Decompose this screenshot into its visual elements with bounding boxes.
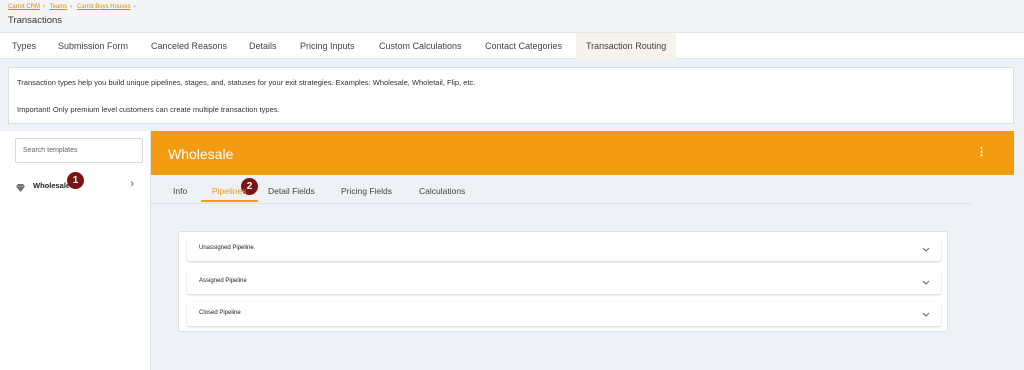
- more-options-icon[interactable]: ⋮: [976, 145, 987, 158]
- tab-types[interactable]: Types: [12, 33, 36, 59]
- diamond-icon: [16, 181, 25, 192]
- subtab-pipelines[interactable]: Pipelines: [201, 182, 258, 202]
- breadcrumb-separator: ›: [133, 4, 136, 10]
- subtab-pricing-fields[interactable]: Pricing Fields: [341, 182, 392, 202]
- subtab-info[interactable]: Info: [173, 182, 187, 202]
- chevron-down-icon: [921, 243, 931, 253]
- panel-title: Wholesale: [168, 146, 234, 162]
- tab-pricing-inputs[interactable]: Pricing Inputs: [300, 33, 355, 59]
- info-important-text: Important! Only premium level customers …: [17, 105, 280, 114]
- breadcrumb-separator: ›: [70, 4, 73, 10]
- pipeline-label: Closed Pipeline: [199, 310, 241, 316]
- template-item-label: Wholesale: [33, 181, 71, 190]
- breadcrumb-link-team[interactable]: Carrot Buys Houses: [77, 4, 131, 10]
- breadcrumb-separator: ›: [43, 4, 46, 10]
- tab-custom-calculations[interactable]: Custom Calculations: [379, 33, 462, 59]
- info-box: Transaction types help you build unique …: [8, 67, 1014, 124]
- pipeline-label: Unassigned Pipeline: [199, 245, 254, 251]
- tab-canceled-reasons[interactable]: Canceled Reasons: [151, 33, 227, 59]
- chevron-right-icon: ›: [130, 178, 134, 190]
- panel-subtabs: Info Pipelines Detail Fields Pricing Fie…: [151, 182, 971, 204]
- top-bar: Carrot CRM › Teams › Carrot Buys Houses › T…: [0, 0, 1024, 33]
- subtab-calculations[interactable]: Calculations: [419, 182, 465, 202]
- breadcrumb-link-teams[interactable]: Teams: [50, 4, 68, 10]
- tab-details[interactable]: Details: [249, 33, 277, 59]
- templates-sidebar: Wholesale ›: [0, 131, 151, 370]
- breadcrumb: Carrot CRM › Teams › Carrot Buys Houses ›: [8, 4, 139, 10]
- page-title: Transactions: [8, 15, 63, 26]
- chevron-down-icon: [921, 308, 931, 318]
- pipeline-label: Assigned Pipeline: [199, 278, 247, 284]
- pipeline-row-closed[interactable]: Closed Pipeline: [187, 302, 941, 326]
- pipelines-list: Unassigned Pipeline Assigned Pipeline Cl…: [178, 231, 948, 332]
- panel-header: Wholesale ⋮: [151, 131, 1014, 175]
- breadcrumb-link-crm[interactable]: Carrot CRM: [8, 4, 40, 10]
- subtab-detail-fields[interactable]: Detail Fields: [268, 182, 315, 202]
- tab-submission-form[interactable]: Submission Form: [58, 33, 128, 59]
- search-templates-input[interactable]: [15, 138, 143, 163]
- tab-bar: Types Submission Form Canceled Reasons D…: [0, 33, 1024, 59]
- tab-transaction-routing[interactable]: Transaction Routing: [576, 33, 677, 59]
- pipeline-row-assigned[interactable]: Assigned Pipeline: [187, 270, 941, 294]
- pipeline-row-unassigned[interactable]: Unassigned Pipeline: [187, 237, 941, 261]
- annotation-badge-1: 1: [67, 172, 84, 189]
- info-text: Transaction types help you build unique …: [17, 78, 476, 87]
- chevron-down-icon: [921, 276, 931, 286]
- tab-contact-categories[interactable]: Contact Categories: [485, 33, 562, 59]
